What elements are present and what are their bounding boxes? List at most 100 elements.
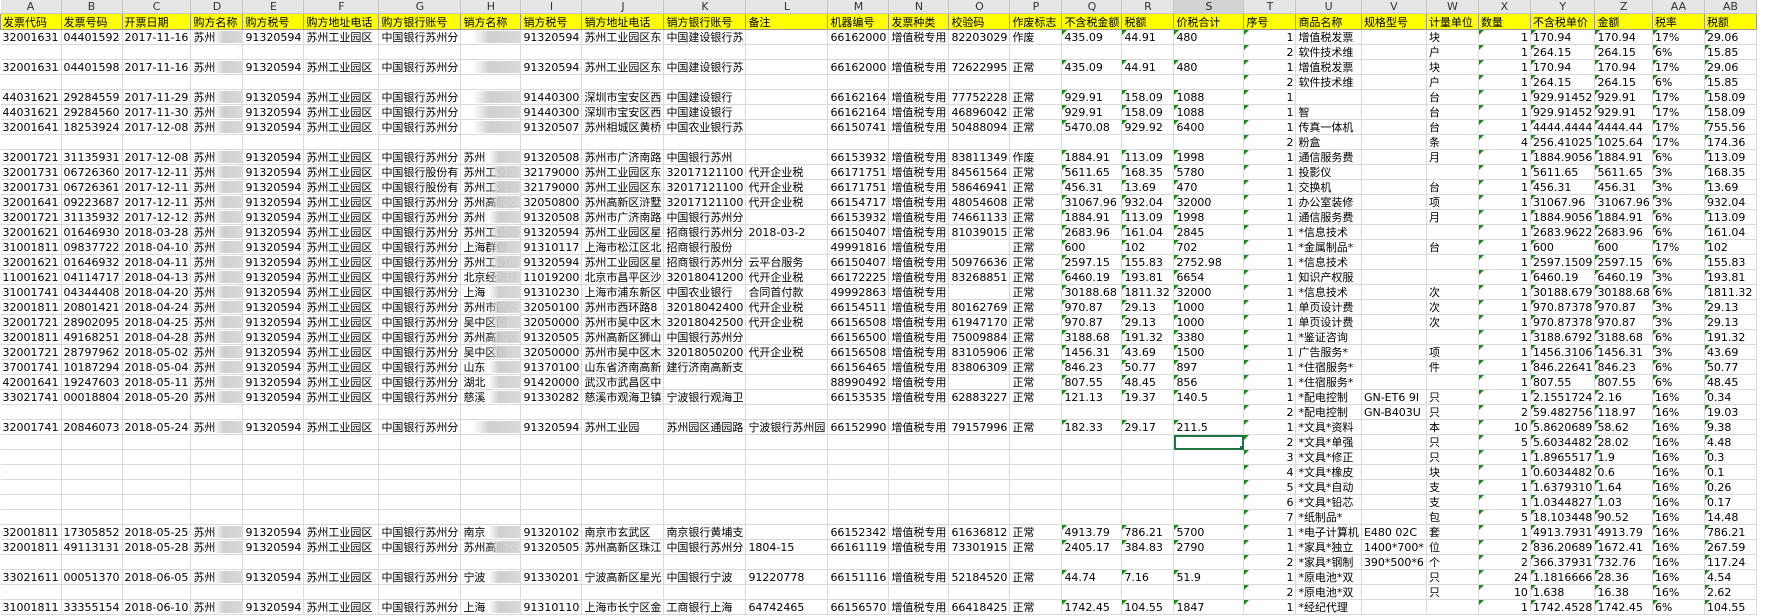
- cell-j[interactable]: 山东省济南高新: [581, 359, 665, 375]
- cell-aa[interactable]: 16%: [1652, 554, 1705, 570]
- cell-g[interactable]: [378, 74, 462, 90]
- cell-n[interactable]: 增值税专用: [888, 179, 950, 195]
- cell-ab[interactable]: 0.26: [1704, 479, 1757, 495]
- cell-ab[interactable]: 2.62: [1704, 584, 1757, 600]
- cell-p[interactable]: 正常: [1009, 254, 1063, 270]
- cell-v[interactable]: [1361, 434, 1427, 450]
- cell-aa[interactable]: 3%: [1652, 299, 1705, 315]
- cell-t[interactable]: 2: [1243, 584, 1297, 600]
- cell-n[interactable]: [888, 134, 950, 150]
- column-letter-c[interactable]: C: [122, 0, 192, 14]
- cell-j[interactable]: 苏州市广济南路: [581, 149, 665, 165]
- cell-s[interactable]: 480: [1173, 29, 1245, 45]
- cell-w[interactable]: 块: [1426, 59, 1479, 75]
- cell-ab[interactable]: 43.69: [1704, 344, 1757, 360]
- cell-e[interactable]: 91320594: [242, 239, 305, 255]
- cell-aa[interactable]: 6%: [1652, 284, 1705, 300]
- cell-b[interactable]: 01646930: [61, 224, 123, 240]
- cell-z[interactable]: 2597.15: [1594, 254, 1653, 270]
- cell-v[interactable]: [1361, 359, 1427, 375]
- cell-u[interactable]: *配电控制: [1295, 389, 1362, 405]
- cell-h[interactable]: 苏州工业园: [460, 164, 522, 180]
- cell-d[interactable]: 苏州: [190, 599, 244, 615]
- cell-s[interactable]: 6654: [1173, 269, 1245, 285]
- column-letter-t[interactable]: T: [1243, 0, 1297, 14]
- cell-t[interactable]: 1: [1243, 119, 1297, 135]
- cell-i[interactable]: [520, 479, 583, 495]
- cell-o[interactable]: 83806309: [948, 359, 1011, 375]
- cell-w[interactable]: 次: [1426, 284, 1479, 300]
- cell-q[interactable]: [1061, 554, 1123, 570]
- cell-l[interactable]: [745, 464, 829, 480]
- cell-l[interactable]: 云平台服务: [745, 254, 829, 270]
- cell-p[interactable]: 正常: [1009, 599, 1063, 615]
- cell-n[interactable]: [888, 479, 950, 495]
- cell-o[interactable]: 50488094: [948, 119, 1011, 135]
- cell-x[interactable]: 1: [1478, 314, 1531, 330]
- cell-p[interactable]: 正常: [1009, 374, 1063, 390]
- cell-s[interactable]: 1000: [1173, 314, 1245, 330]
- cell-k[interactable]: 招商银行股份: [663, 239, 747, 255]
- cell-m[interactable]: 66162000: [827, 29, 890, 45]
- cell-r[interactable]: [1121, 74, 1175, 90]
- cell-n[interactable]: [888, 449, 950, 465]
- cell-ab[interactable]: 1811.32: [1704, 284, 1757, 300]
- cell-u[interactable]: *文具*修正: [1295, 449, 1362, 465]
- cell-y[interactable]: 1.638: [1530, 584, 1596, 600]
- cell-u[interactable]: 交换机: [1295, 179, 1362, 195]
- cell-x[interactable]: 4: [1478, 134, 1531, 150]
- cell-q[interactable]: [1061, 479, 1123, 495]
- cell-r[interactable]: 29.13: [1121, 314, 1175, 330]
- cell-k[interactable]: [663, 134, 747, 150]
- cell-g[interactable]: 中国银行苏州分: [378, 299, 462, 315]
- cell-q[interactable]: 435.09: [1061, 59, 1123, 75]
- cell-v[interactable]: [1361, 599, 1427, 615]
- cell-c[interactable]: 2018-06-05: [122, 569, 192, 585]
- cell-r[interactable]: 113.09: [1121, 209, 1175, 225]
- column-letter-s[interactable]: S: [1173, 0, 1245, 14]
- cell-c[interactable]: 2018-05-25: [122, 524, 192, 540]
- cell-z[interactable]: 30188.68: [1594, 284, 1653, 300]
- cell-r[interactable]: 168.35: [1121, 164, 1175, 180]
- cell-q[interactable]: [1061, 584, 1123, 600]
- cell-q[interactable]: 846.23: [1061, 359, 1123, 375]
- cell-e[interactable]: [242, 494, 305, 510]
- cell-f[interactable]: [303, 44, 380, 60]
- cell-d[interactable]: 苏州: [190, 299, 244, 315]
- cell-n[interactable]: 增值税专用: [888, 269, 950, 285]
- cell-v[interactable]: [1361, 104, 1427, 120]
- cell-t[interactable]: 1: [1243, 599, 1297, 615]
- cell-y[interactable]: 970.87378: [1530, 299, 1596, 315]
- field-header-g[interactable]: 购方银行账号: [378, 13, 462, 30]
- cell-r[interactable]: 191.32: [1121, 329, 1175, 345]
- cell-p[interactable]: 正常: [1009, 224, 1063, 240]
- cell-j[interactable]: 苏州工业园区东: [581, 179, 665, 195]
- cell-r[interactable]: [1121, 44, 1175, 60]
- cell-h[interactable]: [460, 29, 522, 45]
- cell-y[interactable]: 170.94: [1530, 29, 1596, 45]
- cell-k[interactable]: 中国银行苏州分: [663, 539, 747, 555]
- cell-x[interactable]: 5: [1478, 434, 1531, 450]
- cell-f[interactable]: 苏州工业园区: [303, 539, 380, 555]
- cell-n[interactable]: [888, 434, 950, 450]
- cell-u[interactable]: 单页设计费: [1295, 314, 1362, 330]
- cell-x[interactable]: 1: [1478, 224, 1531, 240]
- cell-r[interactable]: 155.83: [1121, 254, 1175, 270]
- cell-u[interactable]: *原电池*双: [1295, 584, 1362, 600]
- cell-g[interactable]: [378, 479, 462, 495]
- cell-r[interactable]: 29.13: [1121, 299, 1175, 315]
- cell-l[interactable]: [745, 509, 829, 525]
- cell-l[interactable]: [745, 89, 829, 105]
- cell-ab[interactable]: 932.04: [1704, 194, 1757, 210]
- field-header-f[interactable]: 购方地址电话: [303, 13, 380, 30]
- cell-b[interactable]: 09837722: [61, 239, 123, 255]
- cell-e[interactable]: 91320594: [242, 284, 305, 300]
- cell-m[interactable]: [827, 479, 890, 495]
- cell-q[interactable]: 5611.65: [1061, 164, 1123, 180]
- cell-q[interactable]: [1061, 464, 1123, 480]
- field-header-ab[interactable]: 税额: [1703, 13, 1757, 30]
- field-header-h[interactable]: 销方名称: [460, 13, 522, 30]
- cell-r[interactable]: 48.45: [1121, 374, 1175, 390]
- cell-b[interactable]: [61, 134, 123, 150]
- cell-u[interactable]: *家具*钢制: [1295, 554, 1362, 570]
